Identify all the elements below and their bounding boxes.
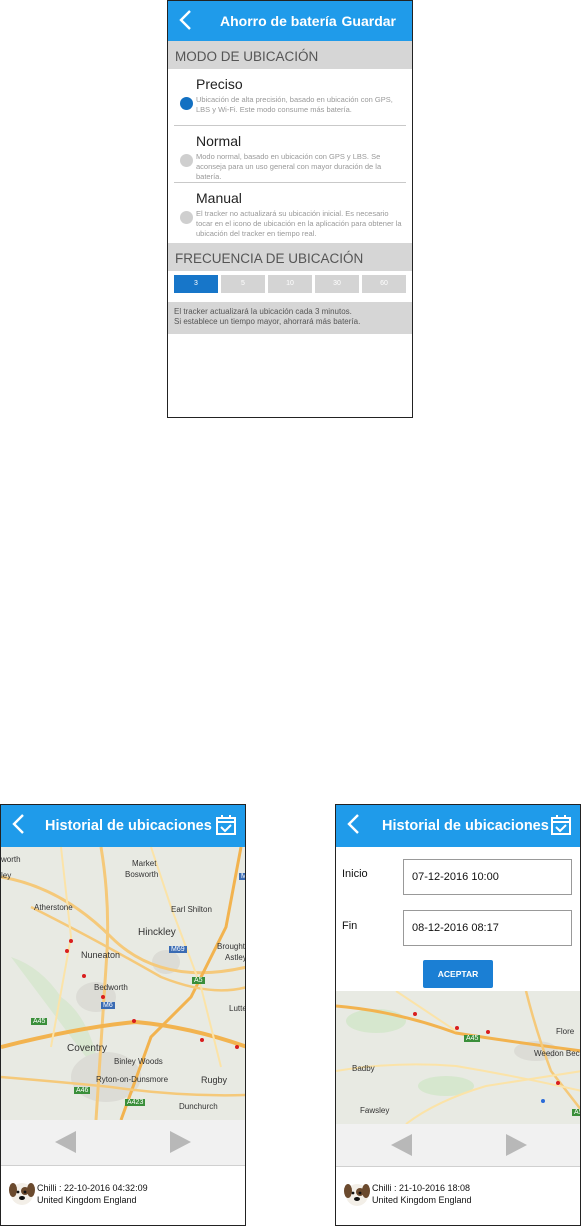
frequency-selector: 3 5 10 30 60: [168, 271, 412, 299]
top-bar: Historial de ubicaciones: [336, 805, 580, 847]
pager-bar: [1, 1120, 245, 1165]
mode-description: El tracker no actualizará su ubicación i…: [196, 209, 402, 238]
battery-saving-screen: Ahorro de batería Guardar MODO DE UBICAC…: [167, 0, 413, 418]
pager-bar: [336, 1124, 580, 1166]
next-arrow-icon[interactable]: [170, 1131, 191, 1153]
map-label: Nuneaton: [81, 950, 121, 960]
map-label: Fawsley: [360, 1106, 390, 1115]
map-label: Market: [132, 859, 157, 868]
frequency-note: El tracker actualizará la ubicación cada…: [168, 302, 412, 334]
mode-option-manual[interactable]: Manual El tracker no actualizará su ubic…: [174, 183, 406, 243]
device-timestamp: Chilli : 21-10-2016 18:08: [372, 1183, 471, 1193]
map-label: Dunchurch: [179, 1102, 218, 1111]
page-title: Ahorro de batería: [220, 13, 337, 29]
freq-option-3[interactable]: 3: [174, 275, 218, 293]
map-label: Coventry: [67, 1043, 108, 1054]
history-map[interactable]: worth ley Market Bosworth Atherstone Ear…: [1, 847, 245, 1120]
mode-description: Modo normal, basado en ubicación con GPS…: [196, 152, 382, 181]
mode-option-preciso[interactable]: Preciso Ubicación de alta precisión, bas…: [174, 69, 406, 126]
location-history-range-screen: Historial de ubicaciones Inicio 07-12-20…: [335, 804, 581, 1226]
freq-option-30[interactable]: 30: [315, 275, 359, 293]
back-arrow-icon[interactable]: [344, 812, 366, 836]
map-label: Weedon Bec: [534, 1049, 580, 1058]
map-label: Lutter: [229, 1004, 245, 1013]
freq-option-5[interactable]: 5: [221, 275, 265, 293]
top-bar: Historial de ubicaciones: [1, 805, 245, 847]
radio-unselected-icon[interactable]: [180, 211, 193, 224]
map-label: Bedworth: [94, 983, 128, 992]
map-label: Brought: [217, 942, 245, 951]
mode-description: Ubicación de alta precisión, basado en u…: [196, 95, 393, 114]
map-label: Bosworth: [125, 870, 159, 879]
device-info-text: Chilli : 22-10-2016 04:32:09 United King…: [37, 1182, 148, 1206]
back-arrow-icon[interactable]: [176, 8, 198, 32]
road-sign: M69: [169, 946, 187, 953]
device-info: Chilli : 22-10-2016 04:32:09 United King…: [1, 1165, 245, 1225]
end-date-field[interactable]: 08-12-2016 08:17: [403, 910, 572, 946]
map-label: Rugby: [201, 1075, 228, 1085]
road-sign: A423: [125, 1099, 146, 1106]
frequency-note-line: Si establece un tiempo mayor, ahorrará m…: [174, 317, 361, 326]
device-info-text: Chilli : 21-10-2016 18:08 United Kingdom…: [372, 1182, 472, 1206]
road-sign: A45: [31, 1018, 48, 1025]
device-location: United Kingdom England: [372, 1195, 472, 1205]
radio-unselected-icon[interactable]: [180, 154, 193, 167]
calendar-check-icon[interactable]: [550, 814, 572, 836]
map-label: Ryton-on-Dunsmore: [96, 1075, 169, 1084]
radio-selected-icon[interactable]: [180, 97, 193, 110]
device-location: United Kingdom England: [37, 1195, 137, 1205]
map-label: worth: [1, 855, 21, 864]
start-label: Inicio: [342, 868, 368, 880]
map-label: ley: [1, 871, 12, 880]
map-label: Hinckley: [138, 927, 176, 938]
accept-button[interactable]: ACEPTAR: [423, 960, 493, 988]
road-sign: A5: [572, 1109, 580, 1116]
device-timestamp: Chilli : 22-10-2016 04:32:09: [37, 1183, 148, 1193]
save-button[interactable]: Guardar: [342, 13, 396, 29]
mode-section-header: MODO DE UBICACIÓN: [168, 41, 412, 69]
road-sign: M6: [101, 1002, 115, 1009]
end-label: Fin: [342, 920, 358, 932]
location-history-screen: Historial de ubicaciones worth ley Marke…: [0, 804, 246, 1226]
back-arrow-icon[interactable]: [9, 812, 31, 836]
map-label: Earl Shilton: [171, 905, 212, 914]
freq-option-60[interactable]: 60: [362, 275, 406, 293]
history-map[interactable]: Flore Weedon Bec Badby Fawsley A45 A5: [336, 991, 580, 1124]
next-arrow-icon[interactable]: [506, 1134, 527, 1156]
map-label: Atherstone: [34, 903, 73, 912]
road-sign: A46: [74, 1087, 91, 1094]
freq-option-10[interactable]: 10: [268, 275, 312, 293]
frequency-section-header: FRECUENCIA DE UBICACIÓN: [168, 243, 412, 271]
mode-title: Preciso: [196, 76, 243, 92]
dog-avatar-icon: [344, 1184, 370, 1206]
mode-title: Manual: [196, 190, 242, 206]
map-label: Badby: [352, 1064, 375, 1073]
frequency-note-line: El tracker actualizará la ubicación cada…: [174, 307, 352, 316]
map-label: Binley Woods: [114, 1057, 163, 1066]
page-title: Historial de ubicaciones: [382, 818, 549, 834]
map-label: Astley: [225, 953, 245, 962]
mode-option-normal[interactable]: Normal Modo normal, basado en ubicación …: [174, 126, 406, 183]
page-title: Historial de ubicaciones: [45, 818, 212, 834]
previous-arrow-icon[interactable]: [55, 1131, 76, 1153]
dog-avatar-icon: [9, 1183, 35, 1205]
device-info: Chilli : 21-10-2016 18:08 United Kingdom…: [336, 1166, 580, 1225]
map-label: Flore: [556, 1027, 575, 1036]
road-sign: M: [239, 873, 245, 880]
mode-title: Normal: [196, 133, 242, 149]
road-sign: A5: [192, 977, 205, 984]
road-sign: A45: [464, 1035, 481, 1042]
start-date-field[interactable]: 07-12-2016 10:00: [403, 859, 572, 895]
calendar-check-icon[interactable]: [215, 814, 237, 836]
top-bar: Ahorro de batería Guardar: [168, 1, 412, 41]
previous-arrow-icon[interactable]: [391, 1134, 412, 1156]
